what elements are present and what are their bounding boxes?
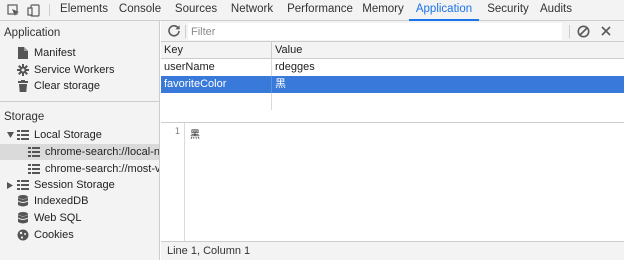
sidebar-item-label: Clear storage: [34, 80, 101, 92]
inspect-element-icon[interactable]: [6, 0, 20, 20]
trash-icon: [17, 80, 29, 92]
refresh-icon[interactable]: [167, 24, 181, 38]
storage-grid-icon: [17, 179, 29, 191]
sidebar-item-label: IndexedDB: [34, 195, 89, 207]
sidebar-item-indexeddb[interactable]: IndexedDB: [0, 193, 159, 209]
value-cell[interactable]: rdegges: [272, 59, 624, 76]
tab-application[interactable]: Application: [409, 0, 479, 21]
sidebar-heading-application: Application: [4, 27, 61, 39]
key-cell[interactable]: userName: [161, 59, 272, 76]
sidebar-item-clear-storage[interactable]: Clear storage: [0, 78, 159, 94]
document-icon: [17, 47, 29, 59]
status-bar: Line 1, Column 1: [161, 241, 624, 260]
sidebar-item-most-visited[interactable]: chrome-search://most-visited: [0, 161, 160, 177]
devtools-tab-bar: Elements Console Sources Network Perform…: [0, 0, 624, 21]
database-icon: [17, 195, 29, 207]
tab-security[interactable]: Security: [483, 0, 533, 20]
line-number: 1: [174, 127, 180, 137]
line-number-gutter: 1: [161, 123, 185, 241]
gear-icon: [17, 64, 29, 76]
cookie-icon: [17, 229, 29, 241]
table-row-empty[interactable]: [161, 93, 624, 110]
tab-network[interactable]: Network: [227, 0, 277, 20]
value-cell[interactable]: [272, 93, 624, 110]
sidebar-item-label: Service Workers: [34, 64, 115, 76]
sidebar-item-label: Cookies: [34, 229, 74, 241]
key-cell[interactable]: [161, 93, 272, 110]
clear-all-icon[interactable]: [577, 25, 590, 38]
storage-grid-icon: [28, 163, 40, 175]
device-toolbar-icon[interactable]: [27, 0, 41, 20]
expanded-triangle-icon[interactable]: [6, 131, 14, 139]
tab-memory[interactable]: Memory: [360, 0, 406, 20]
sidebar-item-local-storage[interactable]: Local Storage: [0, 127, 159, 143]
sidebar-item-web-sql[interactable]: Web SQL: [0, 210, 159, 226]
sidebar-divider: [0, 101, 159, 102]
column-header-key[interactable]: Key: [161, 42, 272, 59]
sidebar-item-cookies[interactable]: Cookies: [0, 227, 159, 243]
sidebar-item-label: Local Storage: [34, 129, 102, 141]
tab-elements[interactable]: Elements: [57, 0, 111, 20]
table-row-selected[interactable]: favoriteColor 黑: [161, 76, 624, 93]
sidebar-item-label: Manifest: [34, 47, 76, 59]
sidebar-item-manifest[interactable]: Manifest: [0, 45, 159, 61]
value-preview-editor[interactable]: 1 黑: [161, 123, 624, 241]
tab-audits[interactable]: Audits: [536, 0, 576, 20]
tab-console[interactable]: Console: [115, 0, 165, 20]
filter-input[interactable]: [188, 23, 562, 40]
toolbar-divider: [49, 4, 50, 16]
collapsed-triangle-icon[interactable]: [6, 181, 14, 189]
table-row[interactable]: userName rdegges: [161, 59, 624, 76]
sidebar-item-label: chrome-search://local-ntp: [45, 146, 160, 158]
delete-selected-icon[interactable]: [600, 25, 612, 37]
application-sidebar: Application Manifest Service Workers Cle…: [0, 21, 160, 260]
column-header-value[interactable]: Value: [272, 42, 624, 59]
preview-line-text[interactable]: 黑: [190, 126, 200, 141]
tab-sources[interactable]: Sources: [171, 0, 221, 20]
sidebar-item-label: Web SQL: [34, 212, 82, 224]
sidebar-heading-storage: Storage: [4, 111, 45, 123]
toolbar-divider: [185, 25, 186, 38]
sidebar-item-session-storage[interactable]: Session Storage: [0, 177, 159, 193]
storage-data-grid: Key Value userName rdegges favoriteColor…: [161, 42, 624, 123]
storage-grid-icon: [28, 146, 40, 158]
key-cell[interactable]: favoriteColor: [161, 76, 272, 93]
storage-toolbar: [161, 21, 624, 42]
sidebar-item-local-ntp[interactable]: chrome-search://local-ntp: [0, 144, 160, 160]
sidebar-item-label: Session Storage: [34, 179, 115, 191]
database-icon: [17, 212, 29, 224]
storage-grid-icon: [17, 129, 29, 141]
sidebar-item-service-workers[interactable]: Service Workers: [0, 62, 159, 78]
tab-performance[interactable]: Performance: [283, 0, 357, 20]
sidebar-item-label: chrome-search://most-visited: [45, 163, 160, 175]
local-storage-panel: Key Value userName rdegges favoriteColor…: [161, 21, 624, 260]
toolbar-divider: [569, 25, 570, 38]
value-cell[interactable]: 黑: [272, 76, 624, 93]
